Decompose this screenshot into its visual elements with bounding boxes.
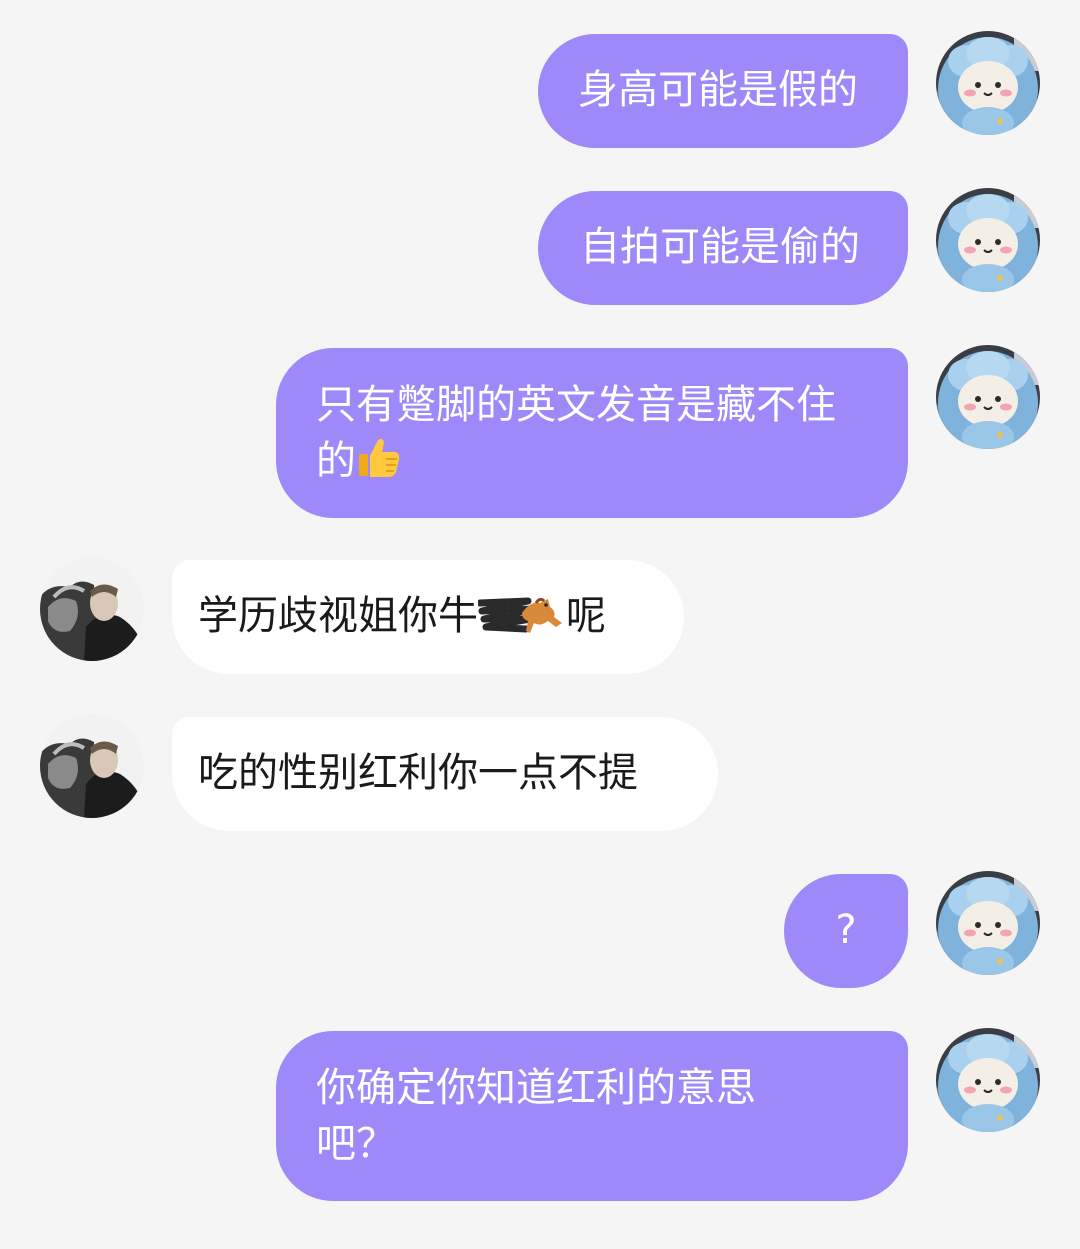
self-avatar[interactable]: [936, 345, 1040, 449]
contact-avatar[interactable]: [40, 557, 144, 661]
incoming-message-bubble[interactable]: 学历歧视姐你牛 呢: [172, 560, 684, 674]
outgoing-message-bubble[interactable]: ?: [784, 874, 908, 988]
self-avatar[interactable]: [936, 871, 1040, 975]
thumbs-up-emoji-icon: [356, 434, 402, 480]
message-text: 你确定你知道红利的意思吧？: [316, 1065, 756, 1167]
self-avatar[interactable]: [936, 31, 1040, 135]
outgoing-message-bubble[interactable]: 只有蹩脚的英文发音是藏不住的: [276, 348, 908, 518]
message-text: ?: [835, 907, 857, 953]
contact-avatar[interactable]: [40, 714, 144, 818]
message-text: 呢: [566, 593, 606, 639]
self-avatar[interactable]: [936, 1028, 1040, 1132]
outgoing-message-bubble[interactable]: 身高可能是假的: [538, 34, 908, 148]
outgoing-message-bubble[interactable]: 自拍可能是偷的: [538, 191, 908, 305]
redaction-scribble-icon: [476, 593, 566, 637]
message-text: 身高可能是假的: [578, 67, 858, 113]
message-text: 吃的性别红利你一点不提: [198, 750, 638, 796]
incoming-message-bubble[interactable]: 吃的性别红利你一点不提: [172, 717, 718, 831]
outgoing-message-bubble[interactable]: 你确定你知道红利的意思吧？: [276, 1031, 908, 1201]
self-avatar[interactable]: [936, 188, 1040, 292]
message-text: 自拍可能是偷的: [580, 224, 860, 270]
message-text: 学历歧视姐你牛: [198, 593, 478, 639]
